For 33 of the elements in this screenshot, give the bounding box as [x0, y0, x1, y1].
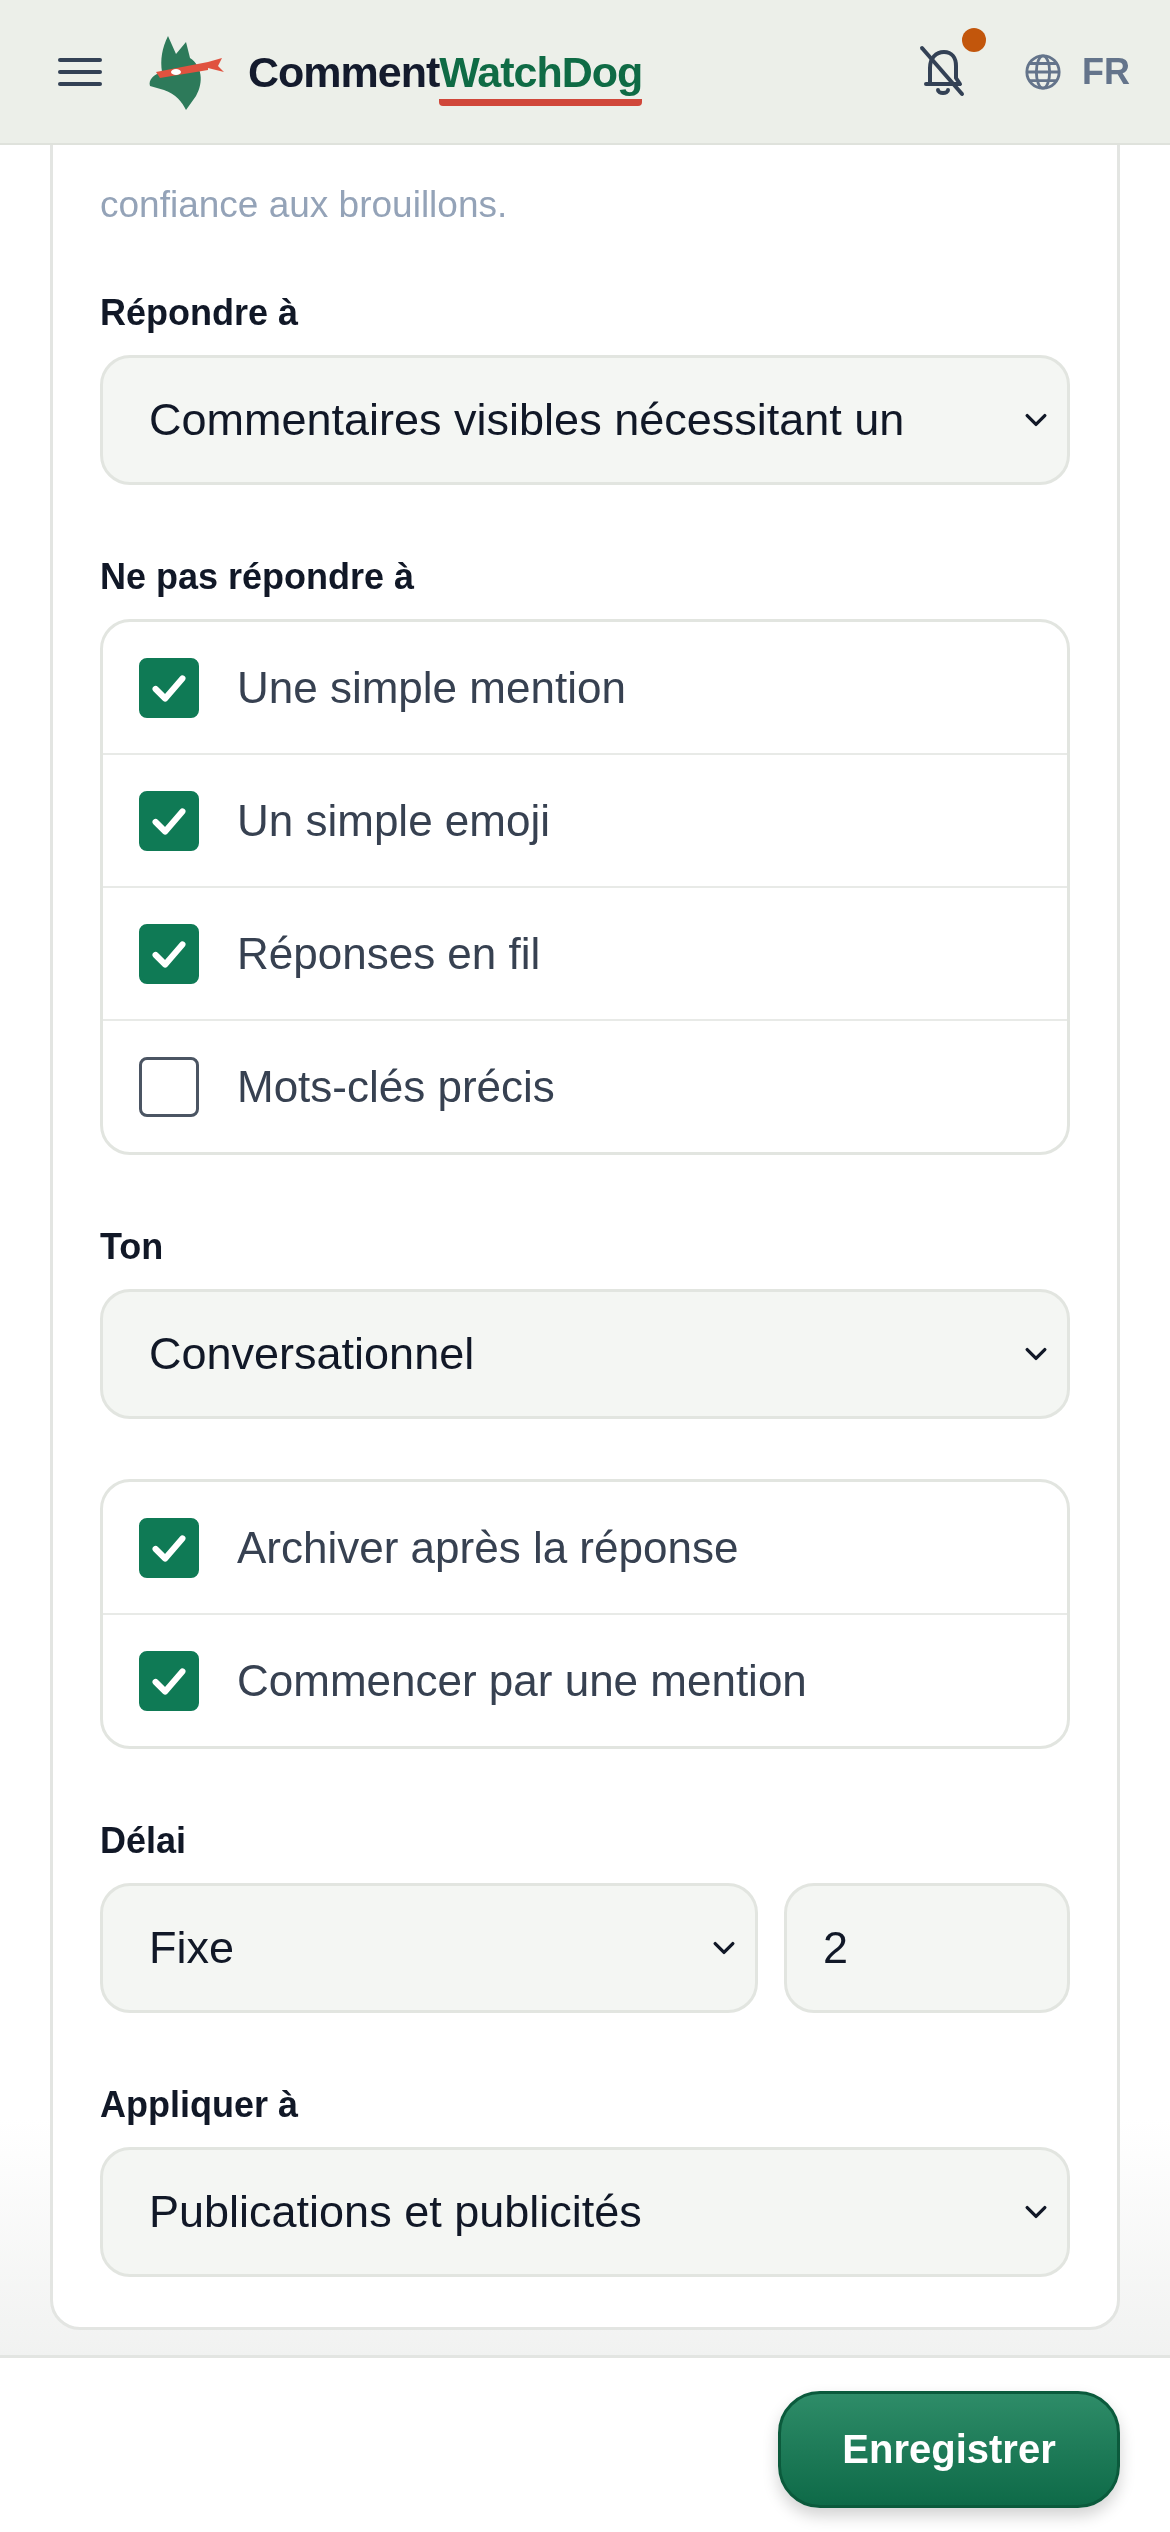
number-field[interactable]: 2 — [784, 1883, 1070, 2013]
dropdown-field[interactable]: Publications et publicités — [100, 2147, 1070, 2277]
chevron-down-icon — [1025, 1347, 1047, 1361]
checkbox-label[interactable]: Archiver après la réponse — [237, 1522, 739, 1573]
checkbox-label[interactable]: Commencer par une mention — [237, 1655, 807, 1706]
description-text: confiance aux brouillons. — [100, 183, 509, 227]
chevron-down-icon — [713, 1941, 735, 1955]
chevron-down-icon — [1025, 2205, 1047, 2219]
checkbox-label[interactable]: Une simple mention — [237, 662, 626, 713]
dropdown-field[interactable]: Fixe — [100, 1883, 758, 2013]
language-button[interactable]: FR — [1024, 50, 1130, 93]
save-button[interactable]: Enregistrer — [778, 2390, 1120, 2508]
checkbox[interactable] — [139, 790, 199, 851]
chevron-down-icon — [1025, 413, 1047, 427]
dropdown-field[interactable]: Commentaires visibles nécessitant un — [100, 355, 1070, 485]
field-label: Délai — [100, 1819, 188, 1863]
menu-icon[interactable] — [58, 55, 102, 88]
field-label: Ne pas répondre à — [100, 555, 416, 599]
field-label: Répondre à — [100, 291, 300, 335]
brand-name-accent: WatchDog — [439, 46, 643, 106]
brand-name: Comment — [248, 46, 440, 97]
field-label: Ton — [100, 1225, 165, 1269]
checkbox[interactable] — [139, 1517, 199, 1578]
checkbox[interactable] — [139, 923, 199, 984]
dropdown-field[interactable]: Conversationnel — [100, 1289, 1070, 1419]
checkbox[interactable] — [139, 657, 199, 718]
globe-icon — [1024, 52, 1062, 91]
checkbox-label[interactable]: Un simple emoji — [237, 795, 550, 846]
checkbox-label[interactable]: Mots-clés précis — [237, 1061, 555, 1112]
field-label: Appliquer à — [100, 2083, 300, 2127]
checkbox[interactable] — [139, 1056, 199, 1117]
checkbox[interactable] — [139, 1650, 199, 1711]
checkbox-label[interactable]: Réponses en fil — [237, 928, 541, 979]
